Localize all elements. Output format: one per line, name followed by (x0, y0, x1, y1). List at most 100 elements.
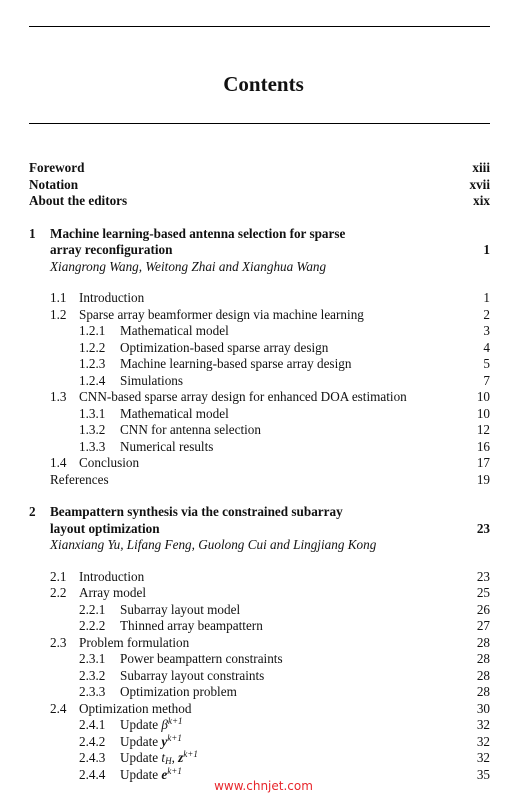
toc-section[interactable]: 2.4 Optimization method 30 (29, 701, 490, 718)
section-label: Introduction (79, 568, 145, 584)
page-number: 27 (476, 618, 490, 633)
toc-subsection[interactable]: 2.4.2 Update yk+1 32 (29, 732, 490, 751)
math-variable: β (161, 717, 168, 732)
toc-subsection[interactable]: 1.3.1 Mathematical model 10 (29, 406, 490, 423)
page-number: 17 (476, 455, 490, 470)
toc-subsection[interactable]: 1.2.1 Mathematical model 3 (29, 323, 490, 340)
page-number: 32 (476, 733, 490, 749)
section-label: Mathematical model (120, 323, 229, 338)
section-label: Sparse array beamformer design via machi… (79, 306, 364, 322)
section-number: 1.2.3 (79, 356, 106, 371)
section-number: 2.2.1 (79, 601, 106, 617)
page-number: 26 (476, 601, 490, 617)
page-number: xix (473, 193, 490, 208)
page-number: 32 (476, 717, 490, 732)
section-label: Subarray layout model (120, 601, 241, 617)
section-number: 2.3 (50, 634, 67, 650)
toc-subsection[interactable]: 2.2.2 Thinned array beampattern 27 (29, 618, 490, 635)
section-label: Simulations (120, 372, 184, 388)
chapter-2-title-line2[interactable]: layout optimization 23 (29, 521, 490, 538)
section-label: Optimization-based sparse array design (120, 339, 329, 355)
page-number: 1 (483, 290, 490, 305)
chapter-authors: Xianxiang Yu, Lifang Feng, Guolong Cui a… (50, 537, 377, 552)
watermark: www.chnjet.com (214, 779, 313, 793)
section-label: CNN for antenna selection (120, 422, 261, 437)
section-label: Problem formulation (79, 634, 190, 650)
math-superscript: k+1 (167, 765, 182, 776)
toc-subsection[interactable]: 2.3.2 Subarray layout constraints 28 (29, 668, 490, 685)
section-number: 1.3.2 (79, 422, 106, 437)
page-number: 30 (476, 700, 490, 716)
toc-subsection[interactable]: 2.3.1 Power beampattern constraints 28 (29, 651, 490, 668)
chapter-1-title-line1[interactable]: 1 Machine learning-based antenna selecti… (29, 226, 490, 243)
section-number: 1.3 (50, 389, 67, 404)
chapter-title: layout optimization (50, 520, 160, 536)
toc-section[interactable]: 1.3 CNN-based sparse array design for enh… (29, 389, 490, 406)
chapter-1-title-line2[interactable]: array reconfiguration 1 (29, 242, 490, 259)
toc-subsection[interactable]: 2.4.1 Update βk+1 32 (29, 717, 490, 734)
toc-subsection[interactable]: 2.3.3 Optimization problem 28 (29, 684, 490, 701)
section-number: 2.4.1 (79, 717, 106, 732)
chapter-1-authors: Xiangrong Wang, Weitong Zhai and Xianghu… (29, 259, 490, 276)
math-superscript: k+1 (167, 716, 183, 726)
section-number: 1.2 (50, 306, 67, 322)
section-number: 2.4 (50, 700, 67, 716)
page-number: 16 (476, 438, 490, 454)
toc-subsection[interactable]: 1.3.3 Numerical results 16 (29, 439, 490, 456)
chapter-title: Beampattern synthesis via the constraine… (50, 504, 343, 519)
section-label: Subarray layout constraints (120, 667, 265, 683)
page-number: xvii (469, 176, 490, 192)
chapter-2-entries: 2.1 Introduction 23 2.2 Array model 25 2.2.1 Su… (29, 569, 490, 784)
section-number: 1.2.1 (79, 323, 106, 338)
entry-label: Notation (29, 176, 79, 192)
toc-entry-about-the-editors[interactable]: About the editors xix (29, 193, 490, 210)
section-number: 2.3.3 (79, 684, 106, 699)
section-label: Mathematical model (120, 405, 229, 421)
page-number: 23 (476, 568, 490, 584)
section-number: 2.3.2 (79, 667, 106, 683)
math-superscript: k+1 (167, 732, 182, 743)
toc-section[interactable]: 2.1 Introduction 23 (29, 569, 490, 586)
toc-entry-foreword[interactable]: Foreword xiii (29, 160, 490, 177)
page-number: 32 (476, 750, 490, 765)
page-number: 1 (483, 242, 490, 257)
toc-subsection[interactable]: 1.2.3 Machine learning-based sparse array… (29, 356, 490, 373)
label-prefix: Update (120, 750, 162, 765)
toc-section[interactable]: 2.2 Array model 25 (29, 585, 490, 602)
page-number: 12 (476, 422, 490, 437)
toc-subsection[interactable]: 2.4.3 Update tH, zk+1 32 (29, 750, 490, 767)
page-number: 7 (483, 372, 490, 388)
section-label: Thinned array beampattern (120, 618, 263, 633)
toc-subsection[interactable]: 1.3.2 CNN for antenna selection 12 (29, 422, 490, 439)
chapter-title: Machine learning-based antenna selection… (50, 225, 346, 241)
page-number: xiii (472, 160, 490, 175)
chapter-2-authors: Xianxiang Yu, Lifang Feng, Guolong Cui a… (29, 537, 490, 554)
chapter-2-title-line1[interactable]: 2 Beampattern synthesis via the constrai… (29, 504, 490, 521)
page-number: 3 (483, 323, 490, 338)
toc-section[interactable]: 1.4 Conclusion 17 (29, 455, 490, 472)
label-prefix: Update (120, 717, 162, 732)
chapter-1-references[interactable]: References 19 (29, 472, 490, 489)
toc-section[interactable]: 1.2 Sparse array beamformer design via ma… (29, 307, 490, 324)
toc-subsection[interactable]: 1.2.2 Optimization-based sparse array des… (29, 340, 490, 357)
section-label: Conclusion (79, 455, 140, 470)
toc-subsection[interactable]: 1.2.4 Simulations 7 (29, 373, 490, 390)
entry-label: Foreword (29, 160, 85, 175)
page-number: 28 (476, 667, 490, 683)
toc-section[interactable]: 1.1 Introduction 1 (29, 290, 490, 307)
toc-section[interactable]: 2.3 Problem formulation 28 (29, 635, 490, 652)
page-number: 19 (476, 471, 490, 487)
section-label: Introduction (79, 290, 145, 305)
section-number: 1.2.2 (79, 339, 106, 355)
toc-subsection[interactable]: 2.2.1 Subarray layout model 26 (29, 602, 490, 619)
page-number: 4 (483, 339, 490, 355)
math-superscript: k+1 (183, 749, 198, 759)
section-label: Update tH, zk+1 (120, 750, 198, 767)
section-label: CNN-based sparse array design for enhanc… (79, 389, 407, 404)
page-number: 10 (476, 389, 490, 404)
toc-entry-notation[interactable]: Notation xvii (29, 177, 490, 194)
chapter-1-entries: 1.1 Introduction 1 1.2 Sparse array beamform… (29, 290, 490, 472)
